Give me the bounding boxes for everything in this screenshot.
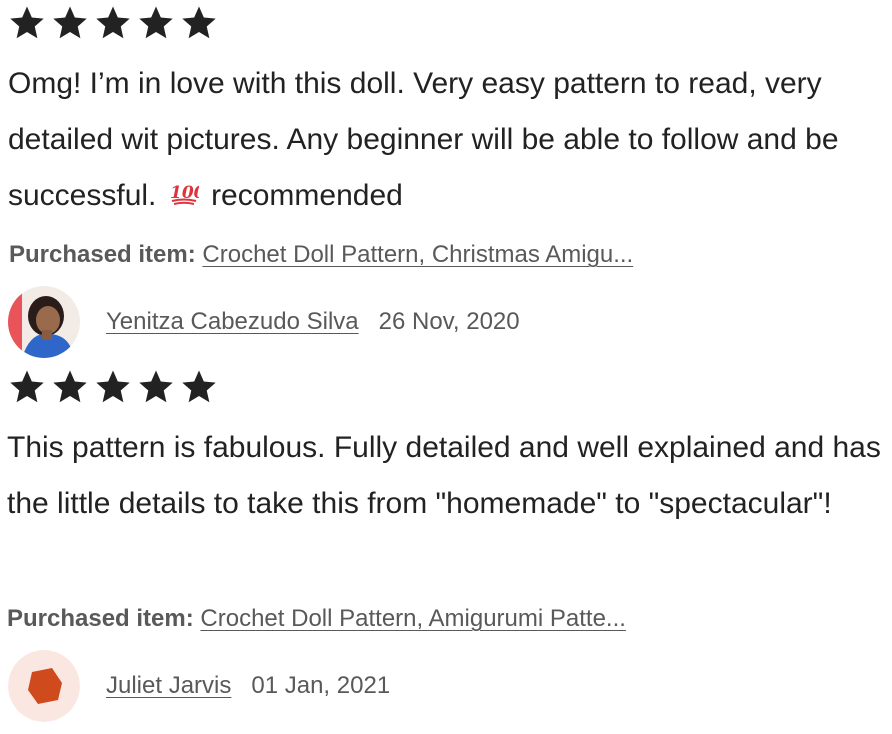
review-text-body: Omg! I’m in love with this doll. Very ea… xyxy=(8,67,839,212)
purchased-item: Purchased item: Crochet Doll Pattern, Am… xyxy=(7,604,626,634)
review-text: Omg! I’m in love with this doll. Very ea… xyxy=(8,56,888,224)
star-rating xyxy=(8,4,218,42)
star-icon xyxy=(137,368,175,406)
reviewer-name-link[interactable]: Juliet Jarvis xyxy=(106,672,231,700)
star-icon xyxy=(8,368,46,406)
star-icon xyxy=(180,4,218,42)
purchased-item-label: Purchased item: xyxy=(7,605,194,632)
purchased-item-link[interactable]: Crochet Doll Pattern, Amigurumi Patte... xyxy=(200,605,626,632)
review-text-end: recommended xyxy=(202,179,403,212)
star-icon xyxy=(51,4,89,42)
review-text: This pattern is fabulous. Fully detailed… xyxy=(7,431,881,520)
purchased-item-link[interactable]: Crochet Doll Pattern, Christmas Amigu... xyxy=(202,241,633,268)
reviewer-info: Juliet Jarvis 01 Jan, 2021 xyxy=(8,648,390,724)
purchased-item-label: Purchased item: xyxy=(9,241,196,268)
star-icon xyxy=(51,368,89,406)
default-avatar-icon[interactable] xyxy=(8,650,80,722)
star-icon xyxy=(180,368,218,406)
review-date: 26 Nov, 2020 xyxy=(378,308,520,335)
avatar[interactable] xyxy=(8,286,80,358)
star-icon xyxy=(94,368,132,406)
review-date: 01 Jan, 2021 xyxy=(251,672,391,699)
star-icon xyxy=(94,4,132,42)
purchased-item: Purchased item: Crochet Doll Pattern, Ch… xyxy=(9,240,633,270)
reviewer-name-link[interactable]: Yenitza Cabezudo Silva xyxy=(106,308,359,336)
star-icon xyxy=(8,4,46,42)
star-rating xyxy=(8,368,218,406)
reviewer-info: Yenitza Cabezudo Silva 26 Nov, 2020 xyxy=(8,284,520,360)
hundred-points-icon: 100 xyxy=(169,171,205,205)
star-icon xyxy=(137,4,175,42)
